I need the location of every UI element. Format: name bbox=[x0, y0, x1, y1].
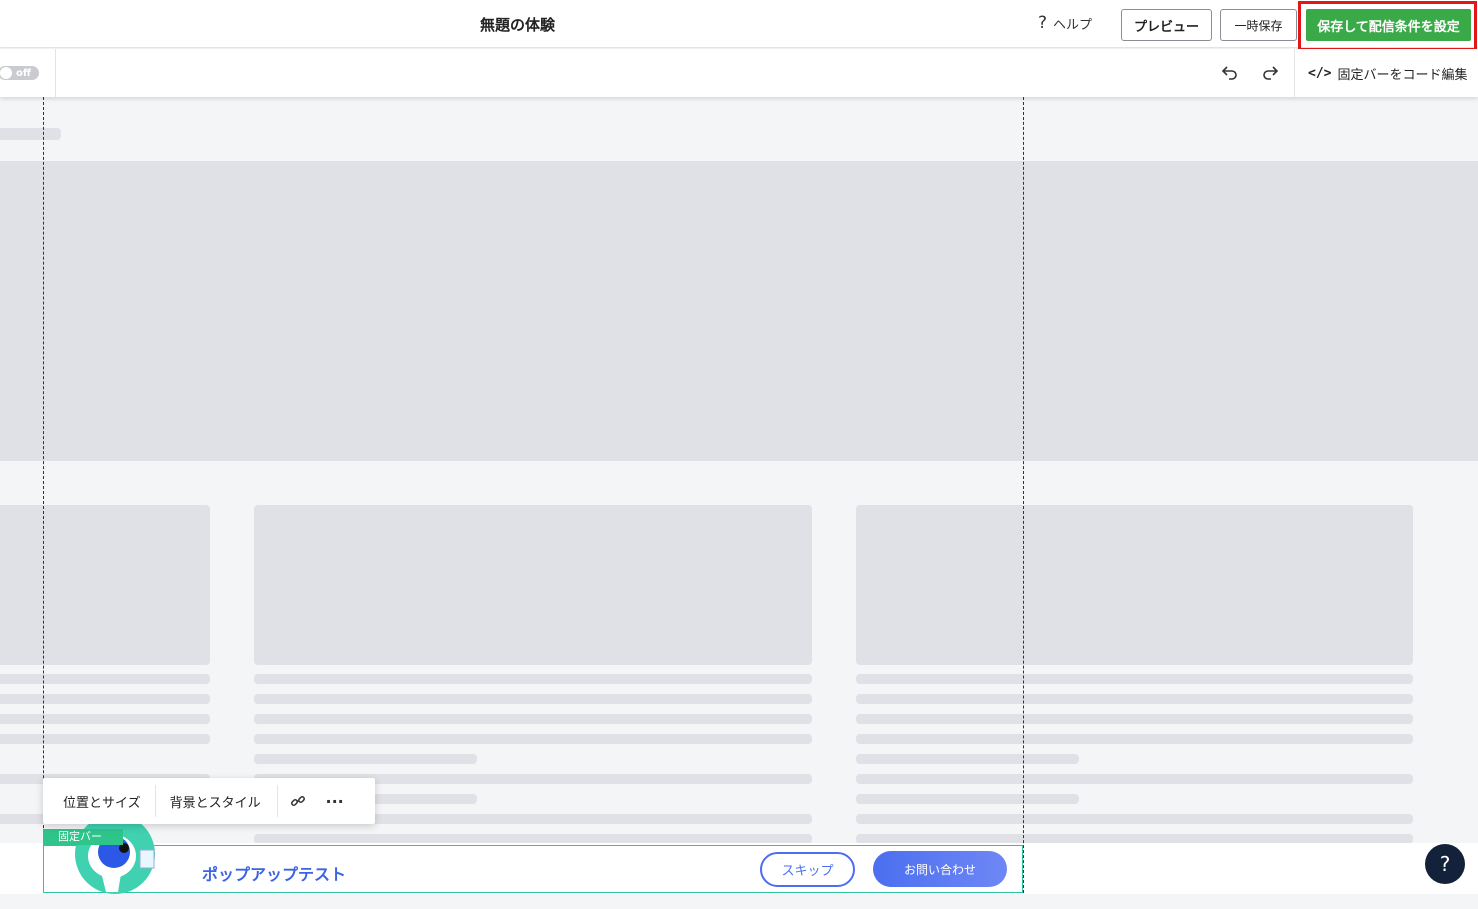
link-icon[interactable] bbox=[278, 793, 318, 809]
skeleton-line bbox=[856, 774, 1413, 784]
help-label: ヘルプ bbox=[1053, 18, 1093, 33]
toggle-label: off bbox=[16, 67, 31, 79]
top-header: 無題の体験 ? ヘルプ プレビュー 一時保存 保存して配信条件を設定 bbox=[0, 0, 1478, 51]
right-guide-line bbox=[1023, 97, 1024, 893]
toggle-knob bbox=[0, 67, 12, 79]
skeleton-line bbox=[254, 674, 812, 684]
question-icon: ? bbox=[1038, 13, 1048, 33]
skeleton-line bbox=[0, 128, 61, 140]
left-guide-line bbox=[43, 97, 44, 893]
save-button-highlight bbox=[1298, 1, 1477, 51]
more-options-icon[interactable]: ··· bbox=[318, 792, 352, 811]
help-fab-button[interactable]: ? bbox=[1425, 844, 1465, 884]
fixed-bar-tag: 固定バー bbox=[43, 829, 123, 845]
fixed-bar[interactable]: ポップアップテスト スキップ お問い合わせ bbox=[43, 814, 1023, 894]
skip-button[interactable]: スキップ bbox=[760, 852, 855, 887]
skeleton-line bbox=[856, 754, 1079, 764]
skeleton-line bbox=[856, 674, 1413, 684]
help-link[interactable]: ? ヘルプ bbox=[1038, 13, 1093, 34]
preview-button[interactable]: プレビュー bbox=[1121, 9, 1212, 41]
skeleton-hero bbox=[0, 161, 1478, 461]
skeleton-card-image bbox=[856, 505, 1413, 665]
code-icon: </> bbox=[1308, 66, 1332, 81]
skeleton-line bbox=[254, 714, 812, 724]
undo-icon[interactable] bbox=[1220, 62, 1240, 82]
skeleton-card-image bbox=[254, 505, 812, 665]
contact-button[interactable]: お問い合わせ bbox=[873, 851, 1007, 887]
temp-save-button[interactable]: 一時保存 bbox=[1220, 9, 1297, 41]
background-style-button[interactable]: 背景とスタイル bbox=[156, 792, 277, 811]
skeleton-line bbox=[0, 694, 210, 704]
skeleton-line bbox=[254, 754, 477, 764]
position-size-button[interactable]: 位置とサイズ bbox=[43, 792, 155, 811]
skeleton-line bbox=[0, 674, 210, 684]
skeleton-line bbox=[856, 794, 1079, 804]
display-toggle[interactable]: off bbox=[0, 66, 39, 80]
skeleton-card-image bbox=[0, 505, 210, 665]
code-edit-button[interactable]: </> 固定バーをコード編集 bbox=[1308, 64, 1468, 83]
toolbar-divider bbox=[55, 49, 56, 97]
skeleton-line bbox=[254, 694, 812, 704]
skeleton-line bbox=[856, 814, 1413, 824]
page-title: 無題の体験 bbox=[480, 16, 556, 34]
skeleton-line bbox=[856, 714, 1413, 724]
toolbar-divider bbox=[1294, 49, 1295, 97]
element-toolbar: 位置とサイズ 背景とスタイル ··· bbox=[43, 778, 375, 824]
popup-title: ポップアップテスト bbox=[202, 865, 347, 884]
skeleton-line bbox=[0, 734, 210, 744]
skeleton-line bbox=[856, 734, 1413, 744]
redo-icon[interactable] bbox=[1260, 62, 1280, 82]
skeleton-line bbox=[856, 694, 1413, 704]
character-illustration bbox=[70, 814, 160, 894]
code-edit-label: 固定バーをコード編集 bbox=[1337, 68, 1468, 83]
skeleton-line bbox=[254, 734, 812, 744]
editor-toolbar: off </> 固定バーをコード編集 bbox=[0, 49, 1478, 97]
skeleton-line bbox=[0, 714, 210, 724]
